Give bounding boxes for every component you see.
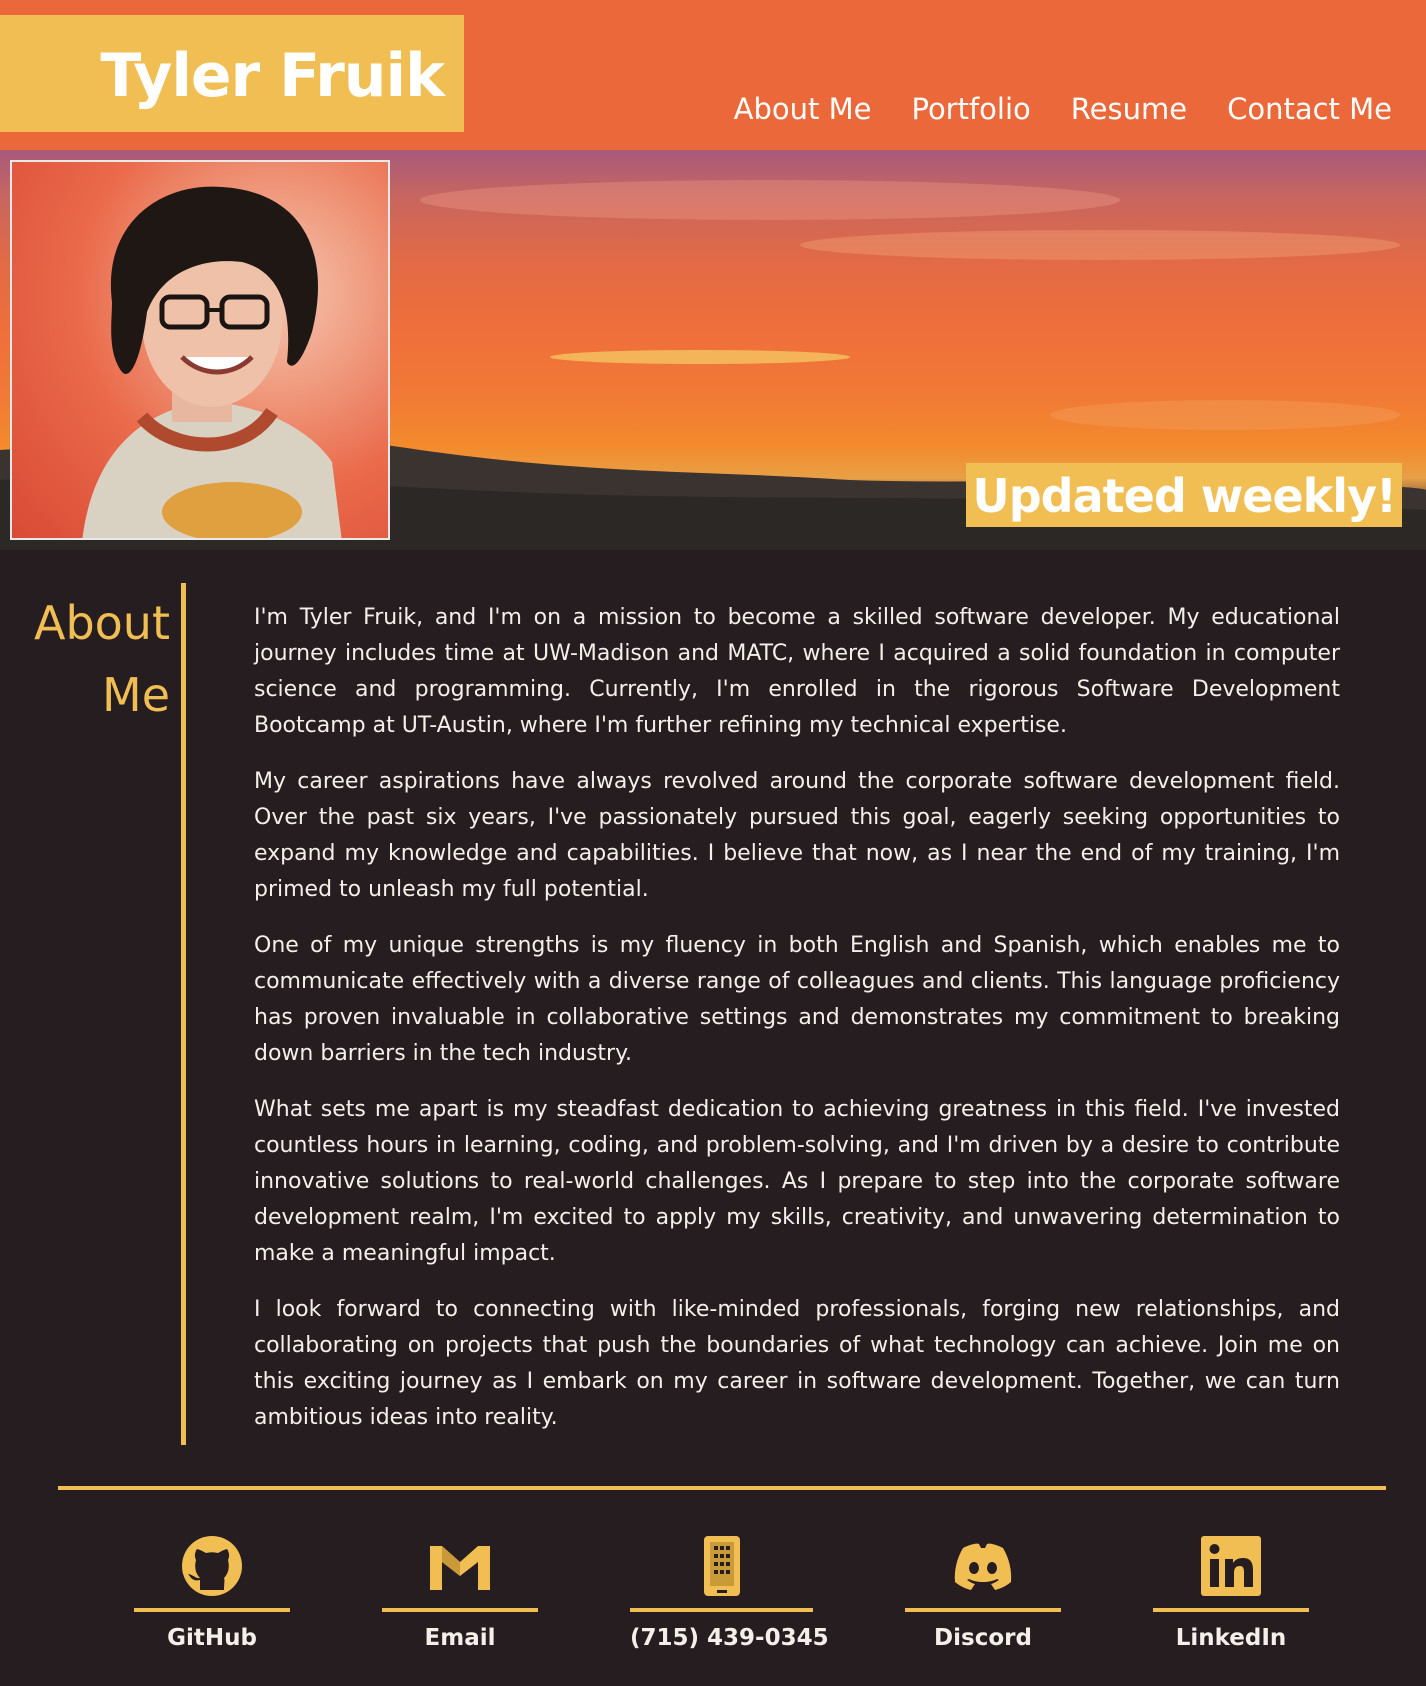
footer-divider bbox=[58, 1486, 1386, 1490]
email-underline bbox=[382, 1608, 538, 1612]
about-paragraph: I'm Tyler Fruik, and I'm on a mission to… bbox=[254, 605, 1340, 738]
about-body: I'm Tyler Fruik, and I'm on a mission to… bbox=[254, 600, 1340, 1456]
about-paragraph: What sets me apart is my steadfast dedic… bbox=[254, 1097, 1340, 1266]
discord-link[interactable]: Discord bbox=[905, 1530, 1061, 1651]
phone-link[interactable]: (715) 439-0345 bbox=[630, 1530, 829, 1651]
hero-banner: Updated weekly! bbox=[0, 150, 1426, 550]
nav-resume[interactable]: Resume bbox=[1071, 92, 1187, 126]
nav-portfolio[interactable]: Portfolio bbox=[911, 92, 1030, 126]
github-link[interactable]: GitHub bbox=[134, 1530, 290, 1651]
about-paragraph: I look forward to connecting with like-m… bbox=[254, 1297, 1340, 1430]
github-underline bbox=[134, 1608, 290, 1612]
about-paragraph: My career aspirations have always revolv… bbox=[254, 769, 1340, 902]
name-banner: Tyler Fruik bbox=[0, 15, 464, 132]
email-link[interactable]: Email bbox=[382, 1530, 538, 1651]
updated-weekly-badge: Updated weekly! bbox=[966, 463, 1402, 527]
email-label: Email bbox=[424, 1625, 496, 1651]
about-divider bbox=[181, 583, 186, 1445]
nav-about-me[interactable]: About Me bbox=[734, 92, 872, 126]
about-heading-line1: About bbox=[33, 596, 170, 650]
linkedin-link[interactable]: LinkedIn bbox=[1153, 1530, 1309, 1651]
profile-photo bbox=[10, 160, 390, 540]
linkedin-underline bbox=[1153, 1608, 1309, 1612]
linkedin-label: LinkedIn bbox=[1175, 1625, 1287, 1651]
linkedin-icon bbox=[1201, 1536, 1261, 1596]
phone-underline bbox=[630, 1608, 813, 1612]
site-header: Tyler Fruik About Me Portfolio Resume Co… bbox=[0, 0, 1426, 150]
phone-icon bbox=[703, 1536, 740, 1596]
phone-label: (715) 439-0345 bbox=[630, 1625, 829, 1651]
main-nav: About Me Portfolio Resume Contact Me bbox=[734, 92, 1392, 126]
discord-label: Discord bbox=[934, 1625, 1032, 1651]
about-heading-line2: Me bbox=[102, 668, 170, 722]
github-label: GitHub bbox=[167, 1625, 257, 1651]
site-title: Tyler Fruik bbox=[100, 41, 445, 111]
gmail-icon bbox=[430, 1546, 490, 1590]
nav-contact-me[interactable]: Contact Me bbox=[1227, 92, 1392, 126]
discord-icon bbox=[954, 1543, 1012, 1590]
discord-underline bbox=[905, 1608, 1061, 1612]
github-icon bbox=[182, 1536, 242, 1596]
about-heading: About Me bbox=[20, 587, 170, 731]
about-paragraph: One of my unique strengths is my fluency… bbox=[254, 933, 1340, 1066]
